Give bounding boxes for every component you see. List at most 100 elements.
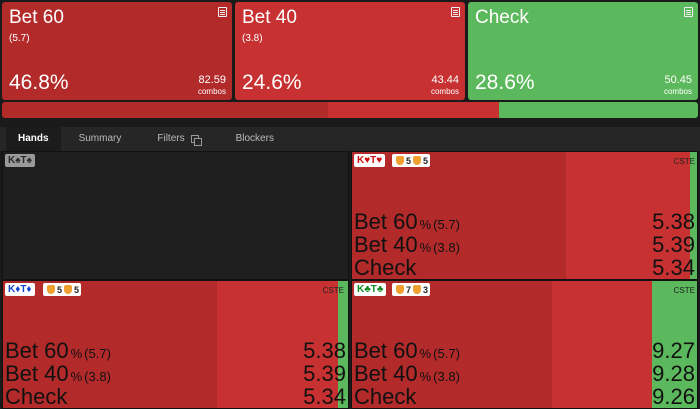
frequency-segment xyxy=(498,102,698,118)
equity-badge: 5 5 xyxy=(43,283,82,296)
ev-size: (3.8) xyxy=(433,240,460,255)
ev-row: Check 9.26 xyxy=(354,385,695,408)
shield-icon xyxy=(413,285,422,294)
ev-value: 9.26 xyxy=(652,384,695,409)
hand-cell-kt-hearts[interactable]: K♥T♥ 5 5 CSTE Bet 60% (5.7) 5.38 Bet 40% (3… xyxy=(351,151,698,280)
ev-list: Bet 60% (5.7) 5.38 Bet 40% (3.8) 5.39 Check 5… xyxy=(5,339,346,408)
combos-count: 50.45 xyxy=(664,74,692,86)
action-name: Bet 60 xyxy=(9,7,64,28)
cste-label: CSTE xyxy=(673,286,695,295)
shield-icon xyxy=(47,285,55,294)
copy-icon xyxy=(190,134,202,146)
document-icon[interactable] xyxy=(684,7,693,17)
ev-action: Bet 60 xyxy=(354,338,418,363)
ev-value: 5.38 xyxy=(303,338,346,363)
action-frequency-bar xyxy=(2,102,698,118)
badge-value-a: 7 xyxy=(406,284,412,295)
tab-bar: Hands Summary Filters Blockers xyxy=(0,127,700,151)
ev-list: Bet 60% (5.7) 9.27 Bet 40% (3.8) 9.28 Check 9… xyxy=(354,339,695,408)
action-combos: 43.44 combos xyxy=(431,74,459,97)
badge-value-a: 5 xyxy=(57,284,63,295)
action-combos: 50.45 combos xyxy=(664,74,692,97)
action-card-bet-40[interactable]: Bet 40 (3.8) 24.6% 43.44 combos xyxy=(235,2,465,100)
badge-value-a: 5 xyxy=(406,155,412,166)
badge-value-b: 5 xyxy=(423,155,429,166)
action-name: Bet 40 xyxy=(242,7,297,28)
ev-row: Check 5.34 xyxy=(354,256,695,279)
ev-row: Bet 60% (5.7) 5.38 xyxy=(354,210,695,233)
tab-filters[interactable]: Filters xyxy=(139,127,217,151)
ev-unit: % xyxy=(419,346,432,361)
action-combos: 82.59 combos xyxy=(198,74,226,97)
frequency-segment xyxy=(327,102,499,118)
combos-label: combos xyxy=(430,87,459,96)
hand-label: K♣T♣ xyxy=(354,283,387,296)
ev-value: 9.27 xyxy=(652,338,695,363)
hand-cell-kt-clubs[interactable]: K♣T♣ 7 3 CSTE Bet 60% (5.7) 9.27 Bet 40% (3… xyxy=(351,280,698,409)
badge-value-b: 3 xyxy=(423,284,429,295)
ev-size: (5.7) xyxy=(84,346,111,361)
ev-row: Bet 40% (3.8) 5.39 xyxy=(354,233,695,256)
action-card-check[interactable]: Check 28.6% 50.45 combos xyxy=(468,2,698,100)
tab-summary[interactable]: Summary xyxy=(61,127,140,151)
ev-list: Bet 60% (5.7) 5.38 Bet 40% (3.8) 5.39 Check 5… xyxy=(354,210,695,279)
ev-unit: % xyxy=(70,369,83,384)
ev-row: Bet 60% (5.7) 9.27 xyxy=(354,339,695,362)
ev-value: 5.34 xyxy=(303,384,346,409)
document-icon[interactable] xyxy=(218,7,227,17)
ev-row: Bet 60% (5.7) 5.38 xyxy=(5,339,346,362)
ev-value: 9.28 xyxy=(652,361,695,386)
ev-row: Bet 40% (3.8) 9.28 xyxy=(354,362,695,385)
ev-value: 5.34 xyxy=(652,255,695,280)
ev-action: Bet 40 xyxy=(5,361,69,386)
ev-value: 5.39 xyxy=(652,232,695,257)
ev-size: (3.8) xyxy=(84,369,111,384)
ev-row: Check 5.34 xyxy=(5,385,346,408)
combos-label: combos xyxy=(663,87,692,96)
ev-size: (3.8) xyxy=(433,369,460,384)
ev-action: Check xyxy=(5,384,68,409)
equity-badge: 5 5 xyxy=(392,154,431,167)
ev-value: 5.38 xyxy=(652,209,695,234)
ev-unit: % xyxy=(419,369,432,384)
equity-badge: 7 3 xyxy=(392,283,431,296)
shield-icon xyxy=(396,156,404,165)
action-card-bet-60[interactable]: Bet 60 (5.7) 46.8% 82.59 combos xyxy=(2,2,232,100)
tab-filters-label: Filters xyxy=(157,133,185,144)
action-name: Check xyxy=(475,7,529,28)
action-percent: 28.6% xyxy=(475,71,535,94)
ev-action: Bet 60 xyxy=(5,338,69,363)
ev-unit: % xyxy=(419,240,432,255)
ev-size: (5.7) xyxy=(433,346,460,361)
cste-label: CSTE xyxy=(673,157,695,166)
cste-label: CSTE xyxy=(322,286,344,295)
hand-label: K♠T♠ xyxy=(5,154,35,167)
ev-row: Bet 40% (3.8) 5.39 xyxy=(5,362,346,385)
hand-label: K♥T♥ xyxy=(354,154,386,167)
hand-cell-kt-diamonds[interactable]: K♦T♦ 5 5 CSTE Bet 60% (5.7) 5.38 Bet 40% (3… xyxy=(2,280,349,409)
action-percent: 46.8% xyxy=(9,71,69,94)
tab-blockers[interactable]: Blockers xyxy=(218,127,292,151)
action-size: (5.7) xyxy=(9,33,30,44)
hand-cell-kt-spades[interactable]: K♠T♠ xyxy=(2,151,349,280)
ev-action: Bet 40 xyxy=(354,361,418,386)
ev-action: Check xyxy=(354,384,417,409)
shield-icon xyxy=(396,285,404,294)
ev-action: Bet 60 xyxy=(354,209,418,234)
document-icon[interactable] xyxy=(451,7,460,17)
ev-value: 5.39 xyxy=(303,361,346,386)
frequency-segment xyxy=(2,102,328,118)
ev-size: (5.7) xyxy=(433,217,460,232)
action-percent: 24.6% xyxy=(242,71,302,94)
shield-icon xyxy=(64,285,73,294)
shield-icon xyxy=(413,156,422,165)
combos-count: 82.59 xyxy=(198,74,226,86)
tab-hands[interactable]: Hands xyxy=(6,127,61,151)
ev-unit: % xyxy=(70,346,83,361)
ev-action: Check xyxy=(354,255,417,280)
hand-label: K♦T♦ xyxy=(5,283,35,296)
badge-value-b: 5 xyxy=(74,284,80,295)
combos-count: 43.44 xyxy=(431,74,459,86)
combos-label: combos xyxy=(197,87,226,96)
ev-action: Bet 40 xyxy=(354,232,418,257)
